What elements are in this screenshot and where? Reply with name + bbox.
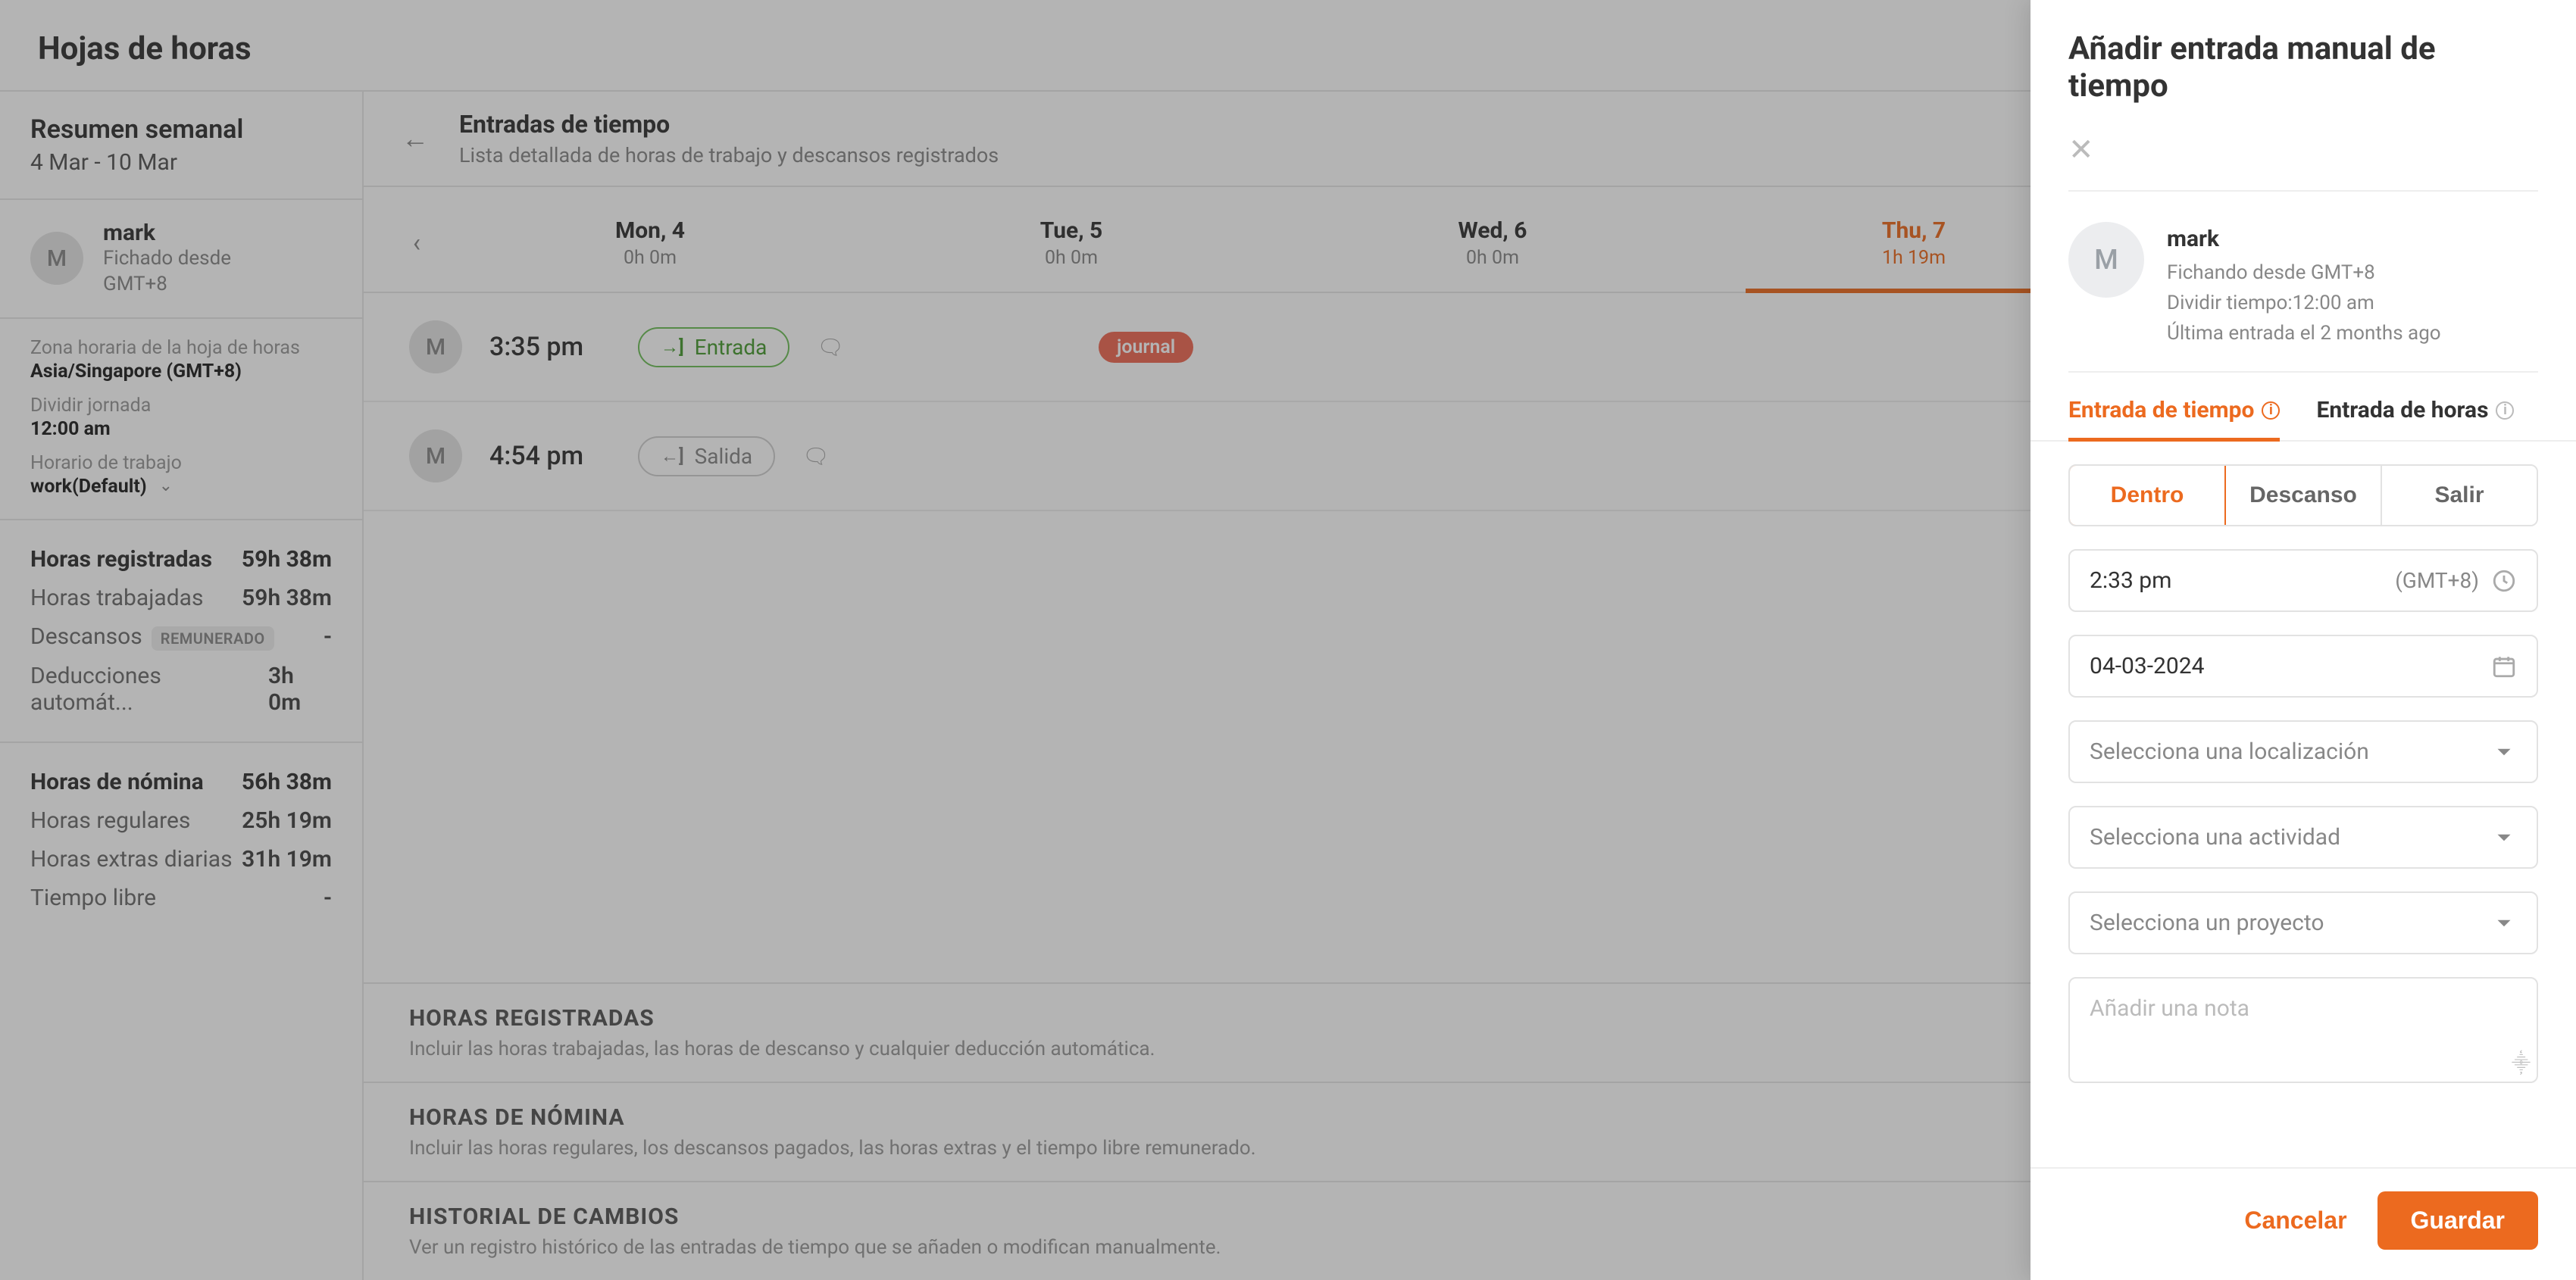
tab-hours-entry-label: Entrada de horas <box>2316 397 2488 423</box>
caret-down-icon <box>2491 739 2517 765</box>
note-placeholder: Añadir una nota <box>2090 995 2517 1022</box>
resize-handle-icon[interactable]: ⸎ <box>2512 1051 2531 1076</box>
drawer-profile-split: Dividir tiempo:12:00 am <box>2167 288 2441 318</box>
tab-time-entry-label: Entrada de tiempo <box>2068 397 2254 423</box>
info-icon: i <box>2262 401 2280 420</box>
clock-icon <box>2491 568 2517 594</box>
project-select[interactable]: Selecciona un proyecto <box>2068 891 2538 954</box>
time-tz: (GMT+8) <box>2395 568 2479 593</box>
date-field[interactable]: 04-03-2024 <box>2068 635 2538 698</box>
segment-out[interactable]: Salir <box>2381 466 2537 525</box>
location-select[interactable]: Selecciona una localización <box>2068 720 2538 783</box>
segment-in[interactable]: Dentro <box>2068 464 2226 526</box>
caret-down-icon <box>2491 825 2517 851</box>
drawer-title: Añadir entrada manual de tiempo <box>2068 30 2538 105</box>
time-value: 2:33 pm <box>2090 567 2171 594</box>
tab-time-entry[interactable]: Entrada de tiempo i <box>2068 383 2280 440</box>
save-button[interactable]: Guardar <box>2377 1191 2538 1250</box>
drawer-profile-last: Última entrada el 2 months ago <box>2167 318 2441 348</box>
entry-type-segment: Dentro Descanso Salir <box>2068 464 2538 526</box>
location-placeholder: Selecciona una localización <box>2090 738 2369 765</box>
date-value: 04-03-2024 <box>2090 653 2204 679</box>
tab-hours-entry[interactable]: Entrada de horas i <box>2316 383 2514 440</box>
caret-down-icon <box>2491 910 2517 936</box>
calendar-icon <box>2491 654 2517 679</box>
project-placeholder: Selecciona un proyecto <box>2090 910 2324 936</box>
drawer-profile-name: mark <box>2167 222 2441 258</box>
drawer-profile-tz: Fichando desde GMT+8 <box>2167 258 2441 288</box>
close-icon[interactable]: ✕ <box>2068 132 2538 167</box>
avatar: M <box>2068 222 2144 298</box>
cancel-button[interactable]: Cancelar <box>2244 1191 2346 1250</box>
note-textarea[interactable]: Añadir una nota ⸎ <box>2068 977 2538 1083</box>
segment-break[interactable]: Descanso <box>2224 466 2381 525</box>
activity-select[interactable]: Selecciona una actividad <box>2068 806 2538 869</box>
activity-placeholder: Selecciona una actividad <box>2090 824 2340 851</box>
info-icon: i <box>2496 401 2514 420</box>
time-field[interactable]: 2:33 pm (GMT+8) <box>2068 549 2538 612</box>
add-time-entry-drawer: Añadir entrada manual de tiempo ✕ M mark… <box>2030 0 2576 1280</box>
